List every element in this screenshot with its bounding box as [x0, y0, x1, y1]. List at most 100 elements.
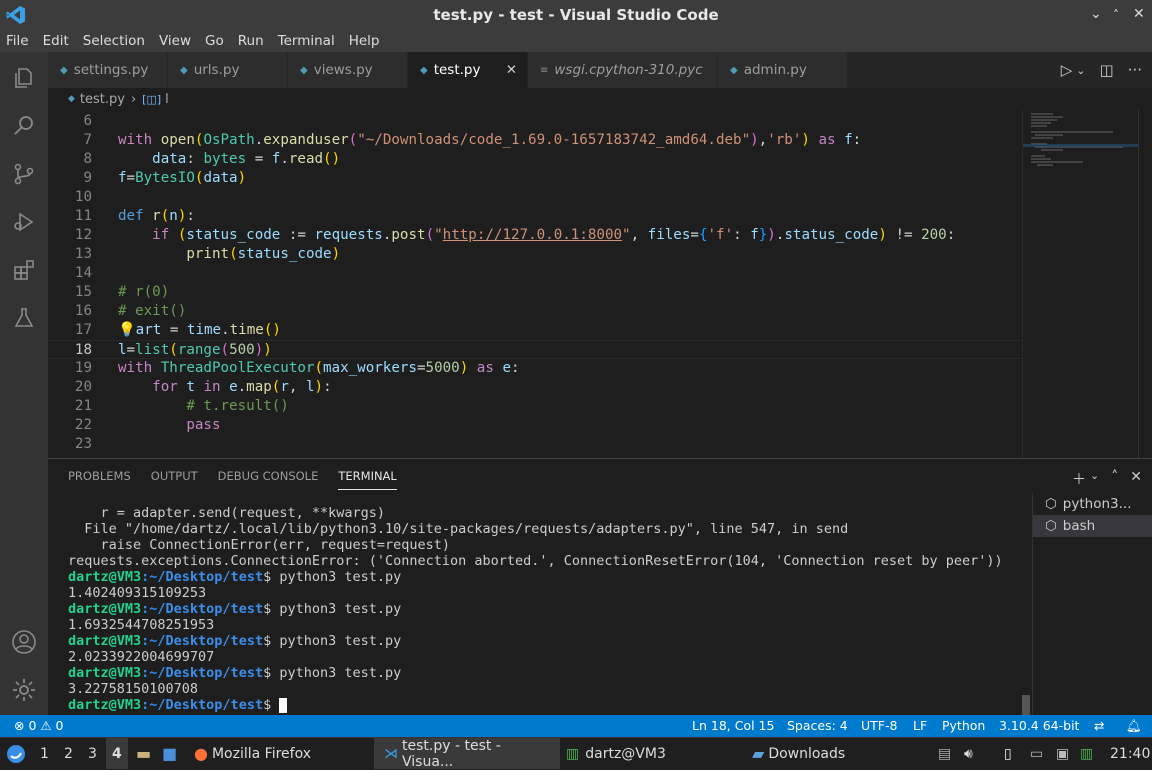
terminal-app-icon: ▥: [566, 745, 580, 762]
prompt-path: :~/Desktop/test: [141, 569, 264, 585]
line-number: 13: [74, 246, 92, 262]
desktop-icon[interactable]: ■: [162, 738, 177, 769]
close-panel-icon[interactable]: ✕: [1130, 469, 1142, 489]
chevron-down-icon[interactable]: ⌄: [1090, 469, 1099, 489]
language-status[interactable]: Python: [942, 715, 985, 737]
firefox-icon: ●: [194, 744, 208, 763]
network-icon[interactable]: ▣: [1056, 738, 1069, 769]
explorer-icon[interactable]: [10, 64, 38, 92]
terminal-line: 3.22758150100708: [68, 681, 199, 697]
python-file-icon: ◆: [730, 64, 738, 76]
interpreter-status[interactable]: 3.10.4 64-bit: [999, 715, 1079, 737]
taskbar-downloads[interactable]: ▰ Downloads: [752, 738, 845, 769]
tab-views-py[interactable]: ◆ views.py: [288, 52, 408, 88]
code-line: # r(0): [118, 284, 170, 300]
maximize-icon[interactable]: ˄: [1113, 8, 1119, 22]
taskbar-vscode[interactable]: ⋊ test.py - test - Visua...: [374, 738, 560, 770]
encoding-status[interactable]: UTF-8: [861, 715, 897, 737]
cpu-monitor-icon[interactable]: ▥: [1080, 738, 1093, 769]
new-terminal-icon[interactable]: ＋: [1072, 469, 1086, 489]
minimap[interactable]: [1022, 110, 1139, 458]
python-file-icon: ◆: [60, 64, 68, 76]
search-icon[interactable]: [10, 112, 38, 140]
tab-admin-py[interactable]: ◆ admin.py: [718, 52, 848, 88]
python-file-icon: ◆: [180, 64, 188, 76]
workspace-3[interactable]: 3: [88, 738, 97, 769]
panel-actions: ＋ ⌄ ˄ ✕: [1072, 469, 1142, 489]
document-icon[interactable]: ▯: [1004, 738, 1012, 769]
chevron-down-icon[interactable]: ⌄: [1076, 64, 1085, 77]
taskbar-firefox[interactable]: ● Mozilla Firefox: [194, 738, 311, 769]
workspace-1[interactable]: 1: [40, 738, 49, 769]
code-editor[interactable]: 6 7 with open(OsPath.expanduser("~/Downlo…: [48, 110, 1022, 458]
workspace-4[interactable]: 4: [106, 738, 128, 769]
source-control-icon[interactable]: [10, 160, 38, 188]
lightbulb-icon[interactable]: 💡: [118, 322, 136, 338]
code-line: f=BytesIO(data): [118, 170, 247, 186]
prompt-user: dartz@VM3: [68, 601, 142, 617]
terminal-item-python[interactable]: ⬡ python3...: [1033, 493, 1152, 515]
clipboard-icon[interactable]: ▤: [938, 738, 951, 769]
taskbar-terminal[interactable]: ▥ dartz@VM3: [566, 738, 666, 769]
menu-help[interactable]: Help: [349, 33, 380, 49]
code-line: data: bytes = f.read(): [152, 151, 341, 167]
tab-test-py[interactable]: ◆ test.py ✕: [408, 52, 528, 88]
terminal-item-bash[interactable]: ⬡ bash: [1033, 515, 1152, 537]
tab-label: settings.py: [73, 62, 149, 78]
tab-label: urls.py: [193, 62, 240, 78]
run-debug-icon[interactable]: [10, 208, 38, 236]
eol-status[interactable]: LF: [913, 715, 927, 737]
line-number: 23: [74, 436, 92, 452]
breadcrumb-symbol[interactable]: l: [165, 92, 169, 107]
run-file-icon[interactable]: ▷: [1061, 61, 1073, 79]
python-file-icon: ◆: [420, 64, 428, 76]
tab-terminal[interactable]: TERMINAL: [338, 469, 397, 490]
menu-go[interactable]: Go: [205, 33, 224, 49]
maximize-panel-icon[interactable]: ˄: [1111, 469, 1118, 489]
editor-scrollbar[interactable]: [1138, 110, 1152, 458]
line-number: 7: [83, 132, 92, 148]
problems-status[interactable]: ⊗ 0 ⚠ 0: [14, 715, 64, 737]
tab-label: wsgi.cpython-310.pyc: [554, 62, 703, 78]
account-icon[interactable]: [10, 628, 38, 656]
menu-run[interactable]: Run: [238, 33, 264, 49]
tab-urls-py[interactable]: ◆ urls.py: [168, 52, 288, 88]
terminal-output[interactable]: r = adapter.send(request, **kwargs) File…: [68, 505, 1028, 713]
menu-edit[interactable]: Edit: [43, 33, 69, 49]
tab-output[interactable]: OUTPUT: [151, 469, 198, 490]
line-number: 9: [83, 170, 92, 186]
feedback-icon[interactable]: ⇄: [1094, 715, 1104, 737]
file-manager-icon[interactable]: ▬: [136, 738, 151, 769]
tab-problems[interactable]: PROBLEMS: [68, 469, 131, 490]
minimize-icon[interactable]: ⌄: [1090, 6, 1102, 22]
clock[interactable]: 21:40: [1110, 738, 1150, 769]
menu-terminal[interactable]: Terminal: [278, 33, 335, 49]
terminal-line: r = adapter.send(request, **kwargs): [68, 505, 385, 521]
tab-settings-py[interactable]: ◆ settings.py: [48, 52, 168, 88]
settings-gear-icon[interactable]: [10, 676, 38, 704]
close-window-icon[interactable]: ✕: [1133, 6, 1145, 22]
breadcrumb-file[interactable]: test.py: [80, 92, 125, 107]
terminal-scrollbar[interactable]: [1022, 695, 1030, 715]
menu-view[interactable]: View: [159, 33, 191, 49]
indentation-status[interactable]: Spaces: 4: [787, 715, 848, 737]
line-number: 14: [74, 265, 92, 281]
volume-icon[interactable]: 🔊︎: [964, 738, 973, 769]
variable-icon: [◫]: [142, 92, 162, 106]
tab-wsgi-pyc[interactable]: ≡ wsgi.cpython-310.pyc: [528, 52, 718, 88]
printer-icon[interactable]: ▭: [1030, 738, 1043, 769]
terminal-line: raise ConnectionError(err, request=reque…: [68, 537, 451, 553]
start-menu-icon[interactable]: [6, 738, 26, 769]
testing-icon[interactable]: [10, 304, 38, 332]
notifications-bell-icon[interactable]: 🔔︎: [1126, 715, 1142, 737]
cursor-position[interactable]: Ln 18, Col 15: [692, 715, 774, 737]
menu-file[interactable]: File: [6, 33, 29, 49]
menu-selection[interactable]: Selection: [83, 33, 145, 49]
tab-debug-console[interactable]: DEBUG CONSOLE: [218, 469, 319, 490]
extensions-icon[interactable]: [10, 256, 38, 284]
workspace-2[interactable]: 2: [64, 738, 73, 769]
more-actions-icon[interactable]: ···: [1128, 61, 1142, 79]
split-editor-icon[interactable]: ◫: [1100, 61, 1114, 79]
close-tab-icon[interactable]: ✕: [506, 62, 517, 78]
terminal-list: ⬡ python3... ⬡ bash: [1032, 493, 1152, 716]
